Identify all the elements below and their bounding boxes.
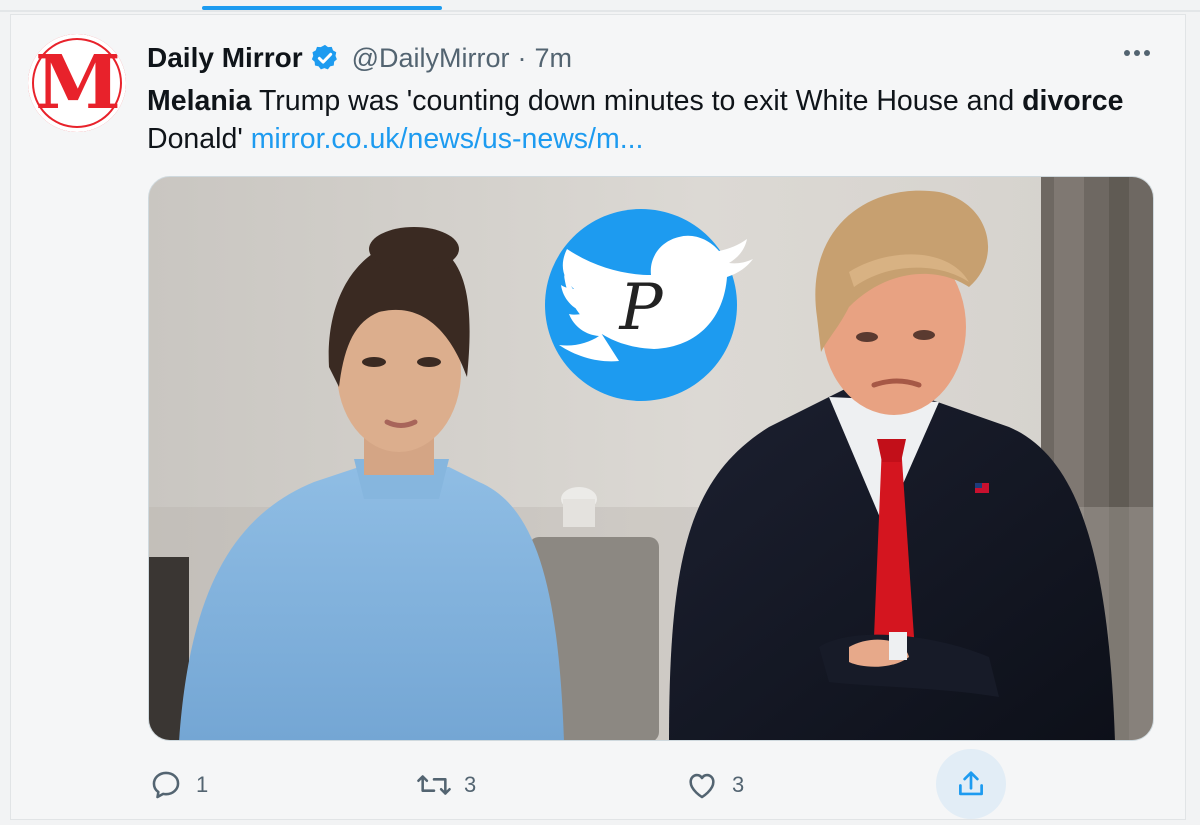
tweet-header: Daily Mirror @DailyMirror · 7m [147, 38, 572, 78]
retweet-button[interactable]: 3 [414, 758, 476, 812]
author-handle[interactable]: @DailyMirror [352, 43, 510, 74]
like-count: 3 [732, 772, 745, 797]
avatar-logo: M [34, 40, 121, 126]
tweet-text: Melania Trump was 'counting down minutes… [147, 82, 1137, 158]
photo-illustration: P [149, 177, 1153, 740]
highlighted-term: divorce [1022, 85, 1124, 117]
avatar-logo-letter: M [35, 40, 121, 126]
retweet-icon [414, 765, 454, 805]
share-button[interactable] [936, 749, 1006, 819]
share-icon [959, 771, 983, 796]
retweet-count: 3 [464, 772, 477, 797]
more-dot-icon [1144, 50, 1150, 56]
more-dot-icon [1134, 50, 1140, 56]
more-dot-icon [1124, 50, 1130, 56]
author-avatar[interactable]: M [28, 34, 126, 132]
verified-badge-icon [311, 44, 337, 70]
reply-icon [146, 765, 186, 805]
tweet-media-photo[interactable]: P [148, 176, 1154, 741]
tweet-timestamp[interactable]: 7m [535, 43, 573, 74]
header-separator: · [517, 42, 527, 73]
heart-icon [682, 765, 722, 805]
article-link[interactable]: mirror.co.uk/news/us-news/m... [251, 123, 644, 155]
more-options-button[interactable] [1117, 38, 1157, 68]
reply-button[interactable]: 1 [146, 758, 208, 812]
tweet-view: M Daily Mirror @DailyMirror · 7m Melania… [0, 0, 1200, 825]
watermark-letter: P [618, 271, 663, 345]
tweet-text-segment: Trump was 'counting down minutes to exit… [251, 85, 1023, 117]
tweet-actions: 1 3 3 [146, 758, 1026, 812]
tweet-text-segment: Donald' [147, 123, 251, 155]
author-display-name[interactable]: Daily Mirror [147, 42, 303, 74]
highlighted-term: Melania [147, 85, 252, 117]
reply-count: 1 [196, 772, 209, 797]
like-button[interactable]: 3 [682, 758, 744, 812]
top-divider [0, 10, 1200, 12]
